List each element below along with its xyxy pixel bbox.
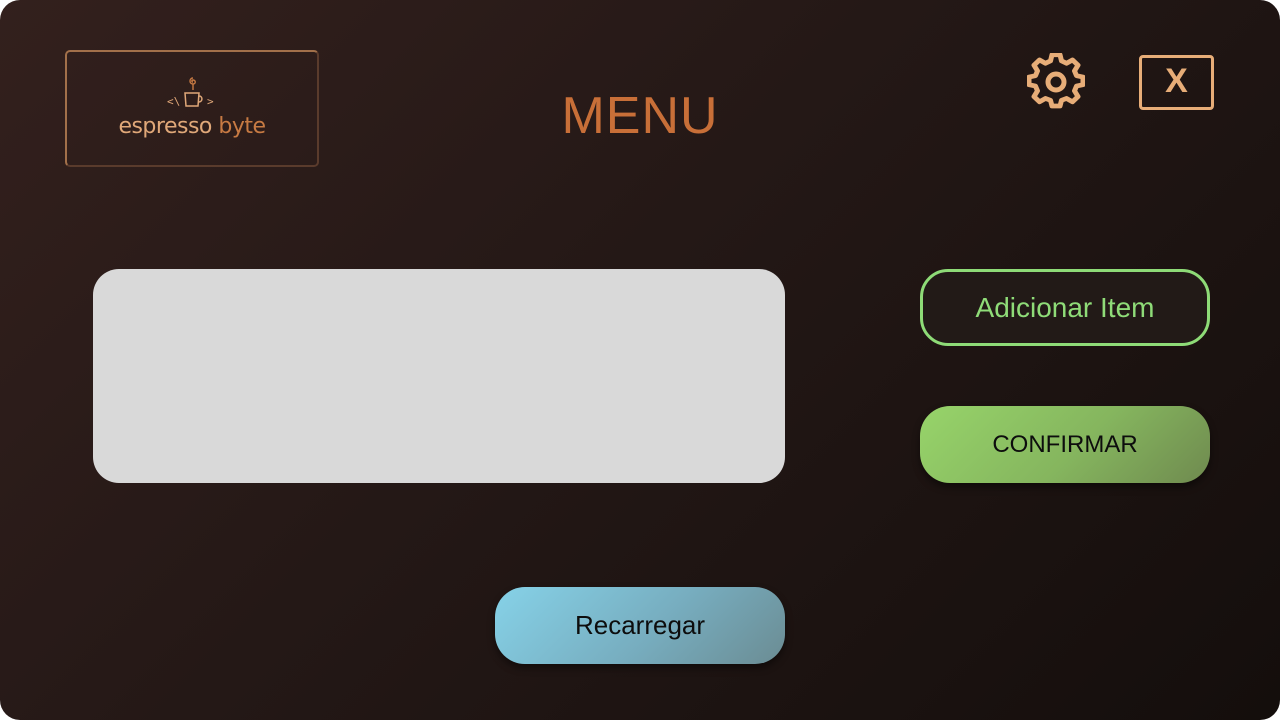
svg-text:<\: <\ xyxy=(167,95,180,108)
close-button[interactable]: X xyxy=(1139,55,1214,110)
brand-name: espresso byte xyxy=(67,114,317,139)
menu-items-list[interactable] xyxy=(93,269,785,483)
gear-icon xyxy=(1026,52,1086,109)
close-icon: X xyxy=(1165,62,1188,100)
brand-logo: <\ > espresso byte xyxy=(65,50,319,167)
coffee-cup-logo-icon: <\ > xyxy=(167,77,214,108)
reload-button[interactable]: Recarregar xyxy=(495,587,785,664)
brand-name-accent: byte xyxy=(218,114,266,139)
app-window: <\ > espresso byte MENU X Adicionar Item… xyxy=(0,0,1280,720)
confirm-button[interactable]: CONFIRMAR xyxy=(920,406,1210,483)
add-item-button[interactable]: Adicionar Item xyxy=(920,269,1210,346)
brand-name-main: espresso xyxy=(118,114,212,139)
settings-button[interactable] xyxy=(1026,52,1086,111)
svg-text:>: > xyxy=(207,95,214,108)
page-title: MENU xyxy=(561,87,719,145)
